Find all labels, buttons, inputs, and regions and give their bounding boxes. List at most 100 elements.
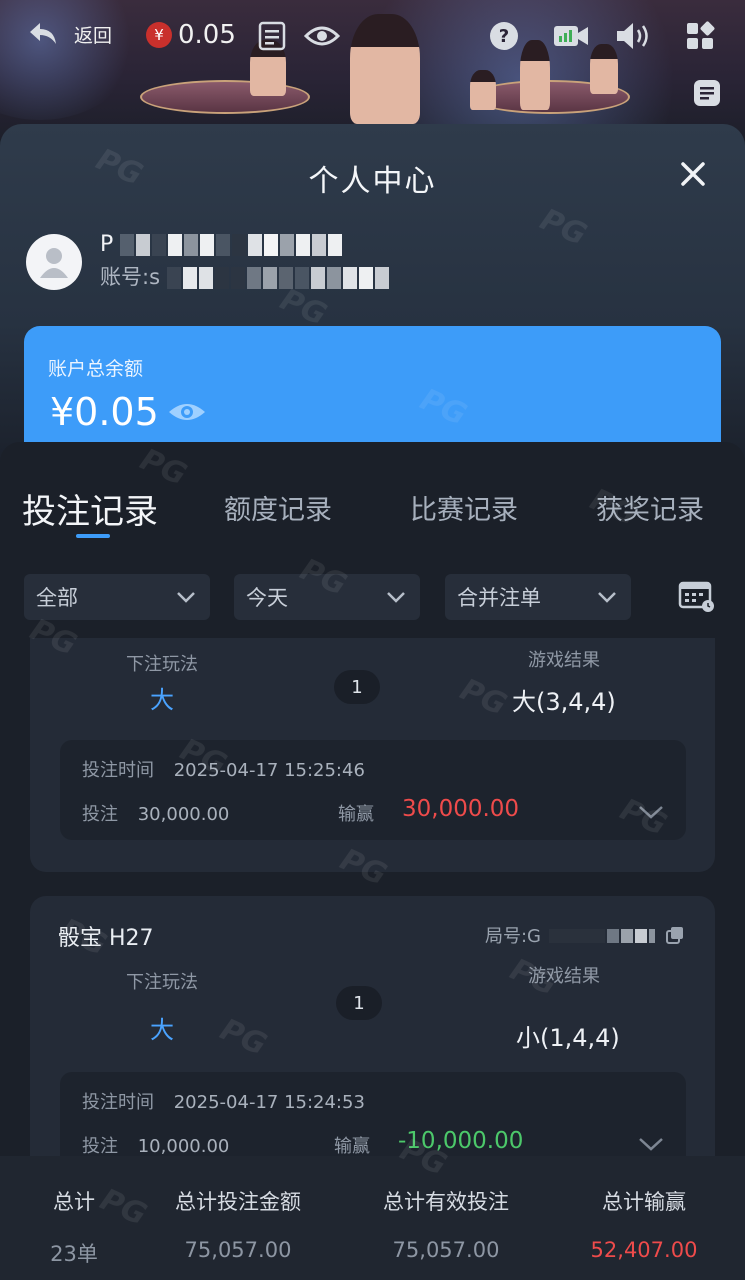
menu-list-icon[interactable] bbox=[256, 20, 288, 52]
game-top-bar: 返回 ¥ 0.05 ? bbox=[0, 0, 745, 140]
bet-type-label: 下注玩法 bbox=[126, 654, 198, 675]
bet-type-value: 大 bbox=[150, 1016, 174, 1044]
winloss-label: 输赢 bbox=[334, 1136, 370, 1157]
copy-icon[interactable] bbox=[665, 925, 685, 945]
bet-time-row: 投注时间 2025-04-17 15:24:53 bbox=[82, 1088, 365, 1114]
top-balance-value: 0.05 bbox=[178, 20, 236, 50]
account-redacted bbox=[166, 267, 391, 289]
filter-type-select[interactable]: 全部 bbox=[24, 574, 210, 620]
stake-label: 投注 bbox=[82, 804, 118, 825]
balance-label: 账户总余额 bbox=[48, 358, 144, 380]
tab-award-records[interactable]: 获奖记录 bbox=[596, 488, 704, 527]
records-section: 投注记录 额度记录 比赛记录 获奖记录 全部 今天 合并注单 下注玩法 大 1 … bbox=[0, 442, 745, 1280]
tab-bet-records[interactable]: 投注记录 bbox=[22, 484, 158, 533]
total-winloss-value: 52,407.00 bbox=[590, 1238, 698, 1262]
svg-text:?: ? bbox=[499, 26, 509, 47]
calendar-button[interactable] bbox=[678, 578, 716, 614]
close-button[interactable] bbox=[679, 160, 707, 188]
user-info: P 账号:s bbox=[26, 232, 391, 291]
total-bet-amount-value: 75,057.00 bbox=[184, 1238, 292, 1262]
bet-detail-box: 投注时间 2025-04-17 15:25:46 投注 30,000.00 输赢… bbox=[60, 740, 686, 840]
bet-record-card[interactable]: 下注玩法 大 1 游戏结果 大(3,4,4) 投注时间 2025-04-17 1… bbox=[30, 638, 715, 872]
avatar bbox=[26, 233, 82, 290]
video-icon[interactable] bbox=[552, 20, 590, 52]
bet-stake-row: 投注 30,000.00 bbox=[82, 800, 229, 826]
back-label: 返回 bbox=[74, 24, 113, 47]
bet-count-badge: 1 bbox=[334, 670, 380, 704]
chevron-down-icon bbox=[598, 592, 616, 603]
filter-merge-select[interactable]: 合并注单 bbox=[445, 574, 631, 620]
totals-footer: 总计 23单 总计投注金额 75,057.00 总计有效投注 75,057.00… bbox=[0, 1156, 745, 1280]
chevron-down-icon[interactable] bbox=[638, 1136, 664, 1152]
winloss-value: 30,000.00 bbox=[402, 796, 520, 822]
total-count-value: 23单 bbox=[50, 1242, 98, 1266]
username-visible: P bbox=[100, 232, 114, 257]
bet-time-value: 2025-04-17 15:25:46 bbox=[173, 760, 365, 781]
bet-time-value: 2025-04-17 15:24:53 bbox=[173, 1092, 365, 1113]
apps-icon[interactable] bbox=[684, 20, 716, 52]
eye-icon[interactable] bbox=[303, 20, 341, 52]
personal-center-panel: 个人中心 P 账号:s 账户总余额 ¥0.05 投注记录 额度记录 比赛记录 获… bbox=[0, 124, 745, 1280]
total-count: 总计 23单 bbox=[42, 1186, 106, 1268]
round-label: 局号:G bbox=[484, 926, 541, 947]
eye-icon[interactable] bbox=[167, 399, 207, 425]
game-result-value: 大(3,4,4) bbox=[512, 688, 616, 716]
back-arrow-icon bbox=[30, 23, 56, 44]
account-number: 账号:s bbox=[100, 261, 391, 291]
total-winloss: 总计输赢 52,407.00 bbox=[576, 1186, 712, 1262]
help-icon[interactable]: ? bbox=[488, 20, 520, 52]
bet-time-label: 投注时间 bbox=[82, 1092, 154, 1113]
bet-time-label: 投注时间 bbox=[82, 760, 154, 781]
username: P bbox=[100, 232, 391, 257]
bet-count-badge: 1 bbox=[336, 986, 382, 1020]
game-result-label: 游戏结果 bbox=[528, 966, 600, 987]
chevron-down-icon bbox=[177, 592, 195, 603]
balance-value: ¥0.05 bbox=[50, 390, 159, 434]
stake-label: 投注 bbox=[82, 1136, 118, 1157]
username-redacted bbox=[120, 234, 344, 256]
note-icon[interactable] bbox=[692, 78, 722, 108]
panel-title: 个人中心 bbox=[308, 164, 437, 199]
active-tab-indicator bbox=[76, 534, 110, 538]
total-valid-bet-label: 总计有效投注 bbox=[383, 1190, 509, 1214]
total-count-label: 总计 bbox=[53, 1190, 95, 1214]
winloss-label: 输赢 bbox=[338, 804, 374, 825]
chevron-down-icon bbox=[387, 592, 405, 603]
total-bet-amount-label: 总计投注金额 bbox=[175, 1190, 301, 1214]
game-name: 骰宝 H27 bbox=[58, 926, 154, 951]
chevron-down-icon[interactable] bbox=[638, 804, 664, 820]
record-tabs: 投注记录 额度记录 比赛记录 获奖记录 bbox=[0, 488, 745, 548]
calendar-icon bbox=[678, 581, 714, 612]
game-result-label: 游戏结果 bbox=[528, 650, 600, 671]
balance-amount: ¥0.05 bbox=[50, 390, 207, 434]
stake-value: 10,000.00 bbox=[137, 1136, 230, 1157]
bet-time-row: 投注时间 2025-04-17 15:25:46 bbox=[82, 756, 365, 782]
winloss-value: -10,000.00 bbox=[398, 1128, 524, 1154]
top-balance: ¥ 0.05 bbox=[146, 20, 236, 50]
yen-coin-icon: ¥ bbox=[146, 22, 172, 48]
total-valid-bet-value: 75,057.00 bbox=[392, 1238, 500, 1262]
total-bet-amount: 总计投注金额 75,057.00 bbox=[158, 1186, 318, 1262]
volume-icon[interactable] bbox=[614, 20, 654, 52]
filter-date-value: 今天 bbox=[246, 586, 288, 610]
back-button[interactable]: 返回 bbox=[26, 20, 112, 48]
total-winloss-label: 总计输赢 bbox=[602, 1190, 686, 1214]
tab-match-records[interactable]: 比赛记录 bbox=[410, 488, 518, 527]
filter-merge-value: 合并注单 bbox=[457, 586, 541, 610]
total-valid-bet: 总计有效投注 75,057.00 bbox=[366, 1186, 526, 1262]
round-number: 局号:G bbox=[485, 922, 685, 948]
bet-type-label: 下注玩法 bbox=[126, 972, 198, 993]
filter-bar: 全部 今天 合并注单 bbox=[24, 574, 724, 620]
round-redacted bbox=[549, 927, 657, 943]
tab-credit-records[interactable]: 额度记录 bbox=[224, 488, 332, 527]
filter-type-value: 全部 bbox=[36, 586, 78, 610]
game-result-value: 小(1,4,4) bbox=[516, 1024, 620, 1052]
close-icon bbox=[681, 162, 705, 186]
balance-card: 账户总余额 ¥0.05 bbox=[24, 326, 721, 446]
account-visible: s bbox=[149, 265, 161, 289]
stake-value: 30,000.00 bbox=[137, 804, 230, 825]
filter-date-select[interactable]: 今天 bbox=[234, 574, 420, 620]
bet-stake-row: 投注 10,000.00 bbox=[82, 1132, 229, 1158]
user-icon bbox=[40, 247, 68, 278]
bet-type-value: 大 bbox=[150, 686, 174, 714]
